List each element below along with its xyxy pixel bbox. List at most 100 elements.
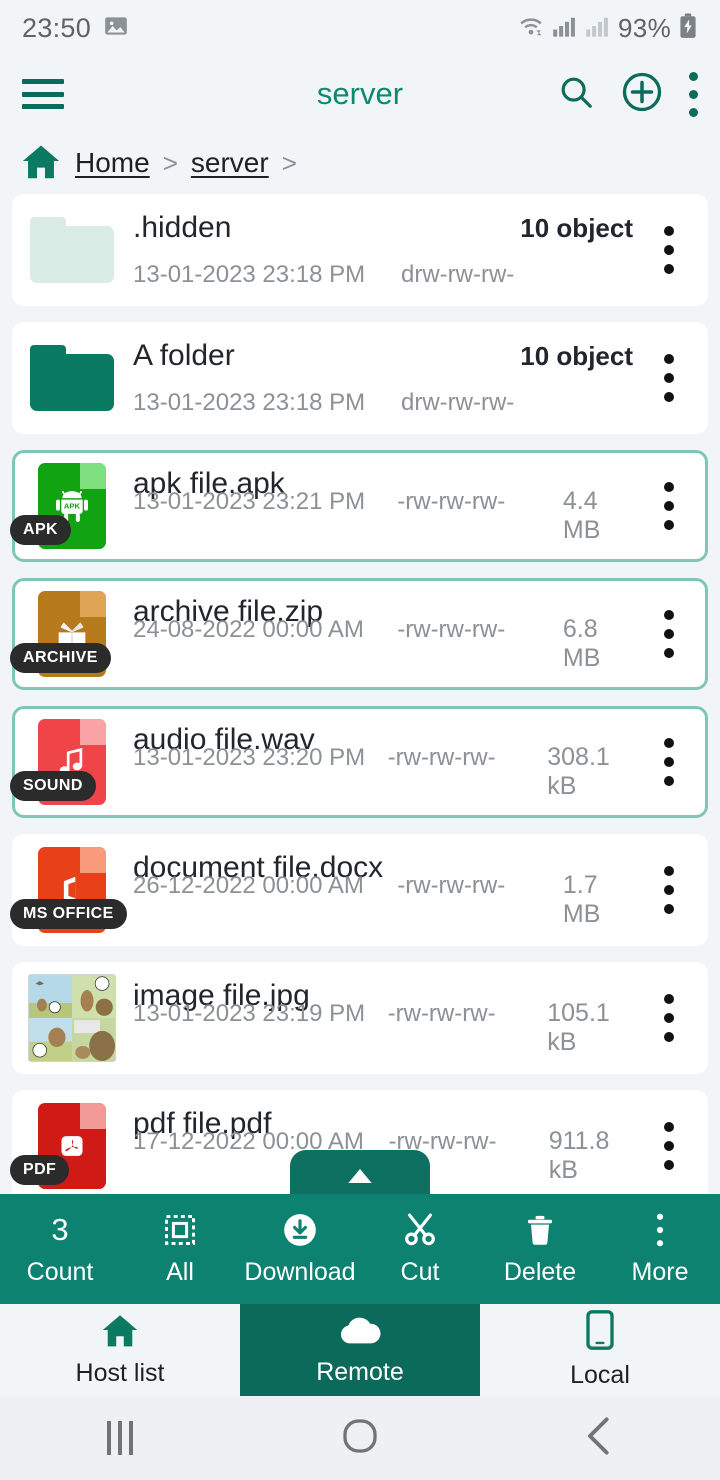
download-button[interactable]: Download (240, 1211, 360, 1287)
status-bar-left: 23:50 (22, 13, 129, 44)
file-permissions: -rw-rw-rw- (397, 488, 506, 515)
row-overflow-menu-icon[interactable] (641, 197, 697, 303)
tab-remote[interactable]: Remote (240, 1304, 480, 1396)
file-permissions: -rw-rw-rw- (397, 872, 506, 899)
more-button[interactable]: More (600, 1211, 720, 1287)
overflow-menu-icon[interactable] (689, 71, 698, 117)
row-content: A folder 10 object 13-01-2023 23:18 PM d… (119, 325, 641, 431)
delete-button[interactable]: Delete (480, 1211, 600, 1287)
row-overflow-menu-icon[interactable] (641, 325, 697, 431)
back-button[interactable] (480, 1416, 720, 1461)
row-icon: ARCHIVE (10, 590, 119, 678)
file-date: 13-01-2023 23:18 PM (133, 261, 366, 288)
plus-circle-icon[interactable] (621, 71, 663, 118)
selection-action-bar: 3 Count All Download Cut Delete More (0, 1194, 720, 1304)
row-icon (25, 334, 119, 422)
hamburger-icon[interactable] (22, 79, 64, 109)
file-size: 308.1 kB (547, 743, 610, 800)
row-content: document file.docx 26-12-2022 00:00 AM -… (119, 837, 641, 943)
table-row[interactable]: MS OFFICE document file.docx 26-12-2022 … (10, 834, 708, 946)
row-content: image file.jpg 13-01-2023 23:19 PM -rw-r… (119, 965, 641, 1071)
action-label: Delete (503, 1258, 577, 1286)
select-all-button[interactable]: All (120, 1211, 240, 1287)
file-date: 26-12-2022 00:00 AM (133, 872, 364, 899)
file-size: 105.1 kB (547, 999, 610, 1056)
file-type-badge: SOUND (10, 771, 96, 801)
table-row[interactable]: SOUND audio file.wav 13-01-2023 23:20 PM… (10, 706, 708, 818)
row-overflow-menu-icon[interactable] (641, 837, 697, 943)
row-content: apk file.apk 13-01-2023 23:21 PM -rw-rw-… (119, 453, 641, 559)
file-meta: 13-01-2023 23:18 PM drw-rw-rw- (133, 261, 641, 289)
row-icon: PDF (10, 1102, 119, 1190)
recents-icon (107, 1421, 133, 1455)
file-permissions: drw-rw-rw- (401, 261, 515, 288)
breadcrumb-item-server[interactable]: server (191, 147, 269, 179)
table-row[interactable]: APK APK apk file.apk 13-01-2023 23:21 PM… (10, 450, 708, 562)
breadcrumb-separator: > (162, 147, 178, 178)
battery-charging-icon (678, 13, 698, 44)
home-icon (100, 1312, 140, 1353)
folder-icon (30, 345, 114, 411)
home-button[interactable] (240, 1416, 480, 1461)
app-bar-actions (557, 71, 698, 118)
row-content: .hidden 10 object 13-01-2023 23:18 PM dr… (119, 197, 641, 303)
chevron-up-icon (346, 1167, 374, 1190)
image-thumbnail (28, 974, 116, 1062)
row-icon: APK APK (10, 462, 119, 550)
search-icon[interactable] (557, 73, 595, 116)
file-meta: 26-12-2022 00:00 AM -rw-rw-rw- 1.7 MB (133, 871, 641, 929)
action-label: More (631, 1258, 689, 1286)
row-overflow-menu-icon[interactable] (641, 1093, 697, 1199)
table-row[interactable]: .hidden 10 object 13-01-2023 23:18 PM dr… (12, 194, 708, 306)
file-date: 13-01-2023 23:18 PM (133, 389, 366, 416)
file-size: 1.7 MB (562, 871, 601, 928)
row-overflow-menu-icon[interactable] (641, 965, 697, 1071)
row-icon: SOUND (10, 718, 119, 806)
action-label: Download (244, 1258, 356, 1286)
cut-button[interactable]: Cut (360, 1211, 480, 1287)
image-icon (103, 13, 129, 44)
tab-label: Host list (75, 1359, 165, 1387)
file-permissions: -rw-rw-rw- (387, 744, 496, 771)
phone-icon (585, 1310, 615, 1355)
file-date: 24-08-2022 00:00 AM (133, 616, 364, 643)
android-nav-bar (0, 1396, 720, 1480)
file-permissions: drw-rw-rw- (401, 389, 515, 416)
home-icon[interactable] (20, 142, 62, 185)
recents-button[interactable] (0, 1421, 240, 1455)
tab-label: Remote (316, 1358, 404, 1386)
action-label: All (166, 1258, 194, 1286)
row-overflow-menu-icon[interactable] (641, 581, 697, 687)
tab-local[interactable]: Local (480, 1304, 720, 1396)
select-all-icon (162, 1211, 198, 1249)
ms-office-icon: MS OFFICE (10, 847, 127, 933)
table-row[interactable]: ARCHIVE archive file.zip 24-08-2022 00:0… (10, 578, 708, 690)
row-overflow-menu-icon[interactable] (641, 453, 697, 559)
back-chevron-icon (583, 1416, 617, 1461)
table-row[interactable]: image file.jpg 13-01-2023 23:19 PM -rw-r… (12, 962, 708, 1074)
file-name: .hidden (133, 211, 232, 244)
file-meta: 13-01-2023 23:20 PM -rw-rw-rw- 308.1 kB (133, 743, 641, 801)
music-note-icon: SOUND (10, 719, 106, 805)
tab-label: Local (570, 1361, 630, 1389)
pdf-icon: PDF (10, 1103, 106, 1189)
breadcrumb-item-home[interactable]: Home (75, 147, 150, 179)
circle-icon (340, 1416, 380, 1461)
count-indicator: 3 Count (0, 1211, 120, 1287)
table-row[interactable]: A folder 10 object 13-01-2023 23:18 PM d… (12, 322, 708, 434)
svg-text:APK: APK (64, 502, 81, 511)
app-screen: 23:50 93% server Home > server > .hidden… (0, 0, 720, 1480)
file-date: 13-01-2023 23:19 PM (133, 1000, 366, 1027)
file-meta: 13-01-2023 23:18 PM drw-rw-rw- (133, 389, 641, 417)
file-meta: 13-01-2023 23:19 PM -rw-rw-rw- 105.1 kB (133, 999, 641, 1057)
file-type-badge: APK (10, 515, 71, 545)
file-size: 6.8 MB (562, 615, 601, 672)
status-bar: 23:50 93% (0, 0, 720, 56)
file-type-badge: ARCHIVE (10, 643, 111, 673)
signal-secondary-icon (585, 14, 611, 43)
object-count: 10 object (520, 213, 633, 243)
row-icon: MS OFFICE (10, 846, 127, 934)
tab-host-list[interactable]: Host list (0, 1304, 240, 1396)
action-label: Count (26, 1258, 94, 1286)
row-overflow-menu-icon[interactable] (641, 709, 697, 815)
